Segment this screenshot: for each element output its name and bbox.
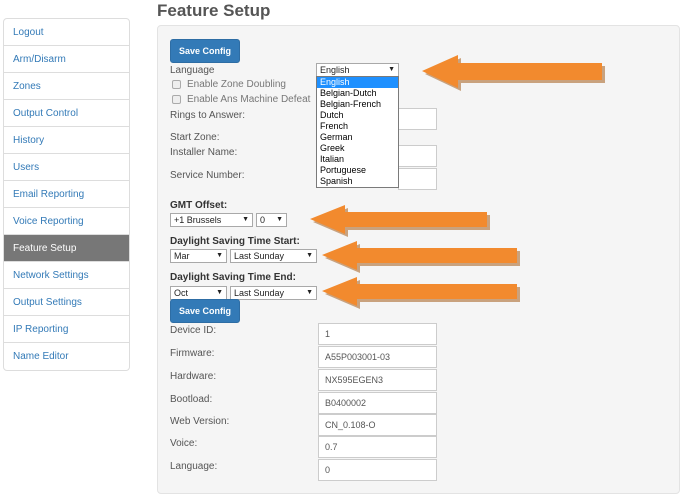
language-option[interactable]: German: [317, 132, 398, 143]
chevron-down-icon: ▼: [388, 66, 395, 73]
language-option[interactable]: Portuguese: [317, 165, 398, 176]
sidebar-nav: Logout Arm/Disarm Zones Output Control H…: [3, 18, 130, 371]
language-option[interactable]: French: [317, 121, 398, 132]
nav-item-name-editor[interactable]: Name Editor: [4, 343, 129, 370]
nav-item-email-reporting[interactable]: Email Reporting: [4, 181, 129, 208]
dst-start-week-select[interactable]: Last Sunday ▼: [230, 249, 317, 263]
language-option[interactable]: Dutch: [317, 110, 398, 121]
device-id-label: Device ID:: [170, 325, 217, 336]
firmware-field: A55P003001-03: [318, 346, 437, 368]
dst-start-month-select[interactable]: Mar ▼: [170, 249, 227, 263]
dst-end-month-value: Oct: [174, 288, 189, 298]
ans-machine-checkbox[interactable]: [172, 95, 181, 104]
ans-machine-row: Enable Ans Machine Defeat: [172, 94, 310, 105]
nav-item-network-settings[interactable]: Network Settings: [4, 262, 129, 289]
language-label: Language: [170, 65, 215, 76]
dst-end-month-select[interactable]: Oct ▼: [170, 286, 227, 300]
language-option[interactable]: English: [317, 77, 398, 88]
bootload-label: Bootload:: [170, 394, 213, 405]
chevron-down-icon: ▼: [306, 289, 313, 296]
dst-start-label: Daylight Saving Time Start:: [170, 236, 300, 247]
chevron-down-icon: ▼: [306, 252, 313, 259]
hardware-field: NX595EGEN3: [318, 369, 437, 391]
gmt-offset-label: GMT Offset:: [170, 200, 228, 211]
save-config-button-top[interactable]: Save Config: [170, 39, 241, 63]
nav-item-users[interactable]: Users: [4, 154, 129, 181]
web-version-label: Web Version:: [170, 416, 230, 427]
chevron-down-icon: ▼: [276, 216, 283, 223]
gmt-offset-select[interactable]: 0 ▼: [256, 213, 287, 227]
dst-start-month-value: Mar: [174, 251, 190, 261]
voice-field: 0.7: [318, 436, 437, 458]
nav-item-voice-reporting[interactable]: Voice Reporting: [4, 208, 129, 235]
language-select-value: English: [320, 65, 350, 75]
nav-item-arm-disarm[interactable]: Arm/Disarm: [4, 46, 129, 73]
service-number-input[interactable]: [398, 168, 437, 190]
save-config-button-bottom[interactable]: Save Config: [170, 299, 241, 323]
firmware-label: Firmware:: [170, 348, 215, 359]
voice-label: Voice:: [170, 438, 198, 449]
chevron-down-icon: ▼: [242, 216, 249, 223]
gmt-zone-select[interactable]: +1 Brussels ▼: [170, 213, 253, 227]
nav-item-zones[interactable]: Zones: [4, 73, 129, 100]
language-option[interactable]: Spanish: [317, 176, 398, 187]
dst-end-week-value: Last Sunday: [234, 288, 285, 298]
language-option[interactable]: Belgian-Dutch: [317, 88, 398, 99]
nav-item-history[interactable]: History: [4, 127, 129, 154]
rings-input[interactable]: [398, 108, 437, 130]
nav-item-feature-setup[interactable]: Feature Setup: [4, 235, 129, 262]
nav-item-logout[interactable]: Logout: [4, 19, 129, 46]
zone-doubling-label: Enable Zone Doubling: [187, 79, 286, 90]
language-option[interactable]: Greek: [317, 143, 398, 154]
device-id-field: 1: [318, 323, 437, 345]
nav-item-output-settings[interactable]: Output Settings: [4, 289, 129, 316]
language-select[interactable]: English ▼: [316, 63, 399, 77]
web-version-field: CN_0.108-O: [318, 414, 437, 436]
language-option[interactable]: Belgian-French: [317, 99, 398, 110]
ans-machine-label: Enable Ans Machine Defeat: [187, 94, 311, 105]
dst-start-week-value: Last Sunday: [234, 251, 285, 261]
info-language-label: Language:: [170, 461, 218, 472]
info-language-field: 0: [318, 459, 437, 481]
dst-end-week-select[interactable]: Last Sunday ▼: [230, 286, 317, 300]
installer-name-input[interactable]: [398, 145, 437, 167]
zone-doubling-row: Enable Zone Doubling: [172, 79, 286, 90]
nav-item-ip-reporting[interactable]: IP Reporting: [4, 316, 129, 343]
start-zone-label: Start Zone:: [170, 132, 220, 143]
dst-end-label: Daylight Saving Time End:: [170, 272, 296, 283]
zone-doubling-checkbox[interactable]: [172, 80, 181, 89]
rings-label: Rings to Answer:: [170, 110, 246, 121]
page-title: Feature Setup: [157, 1, 271, 20]
language-option[interactable]: Italian: [317, 154, 398, 165]
chevron-down-icon: ▼: [216, 252, 223, 259]
installer-name-label: Installer Name:: [170, 147, 238, 158]
gmt-zone-value: +1 Brussels: [174, 215, 222, 225]
bootload-field: B0400002: [318, 392, 437, 414]
gmt-offset-value: 0: [260, 215, 266, 225]
service-number-label: Service Number:: [170, 170, 245, 181]
language-dropdown-list: English Belgian-Dutch Belgian-French Dut…: [316, 76, 399, 188]
hardware-label: Hardware:: [170, 371, 217, 382]
chevron-down-icon: ▼: [216, 289, 223, 296]
nav-item-output-control[interactable]: Output Control: [4, 100, 129, 127]
